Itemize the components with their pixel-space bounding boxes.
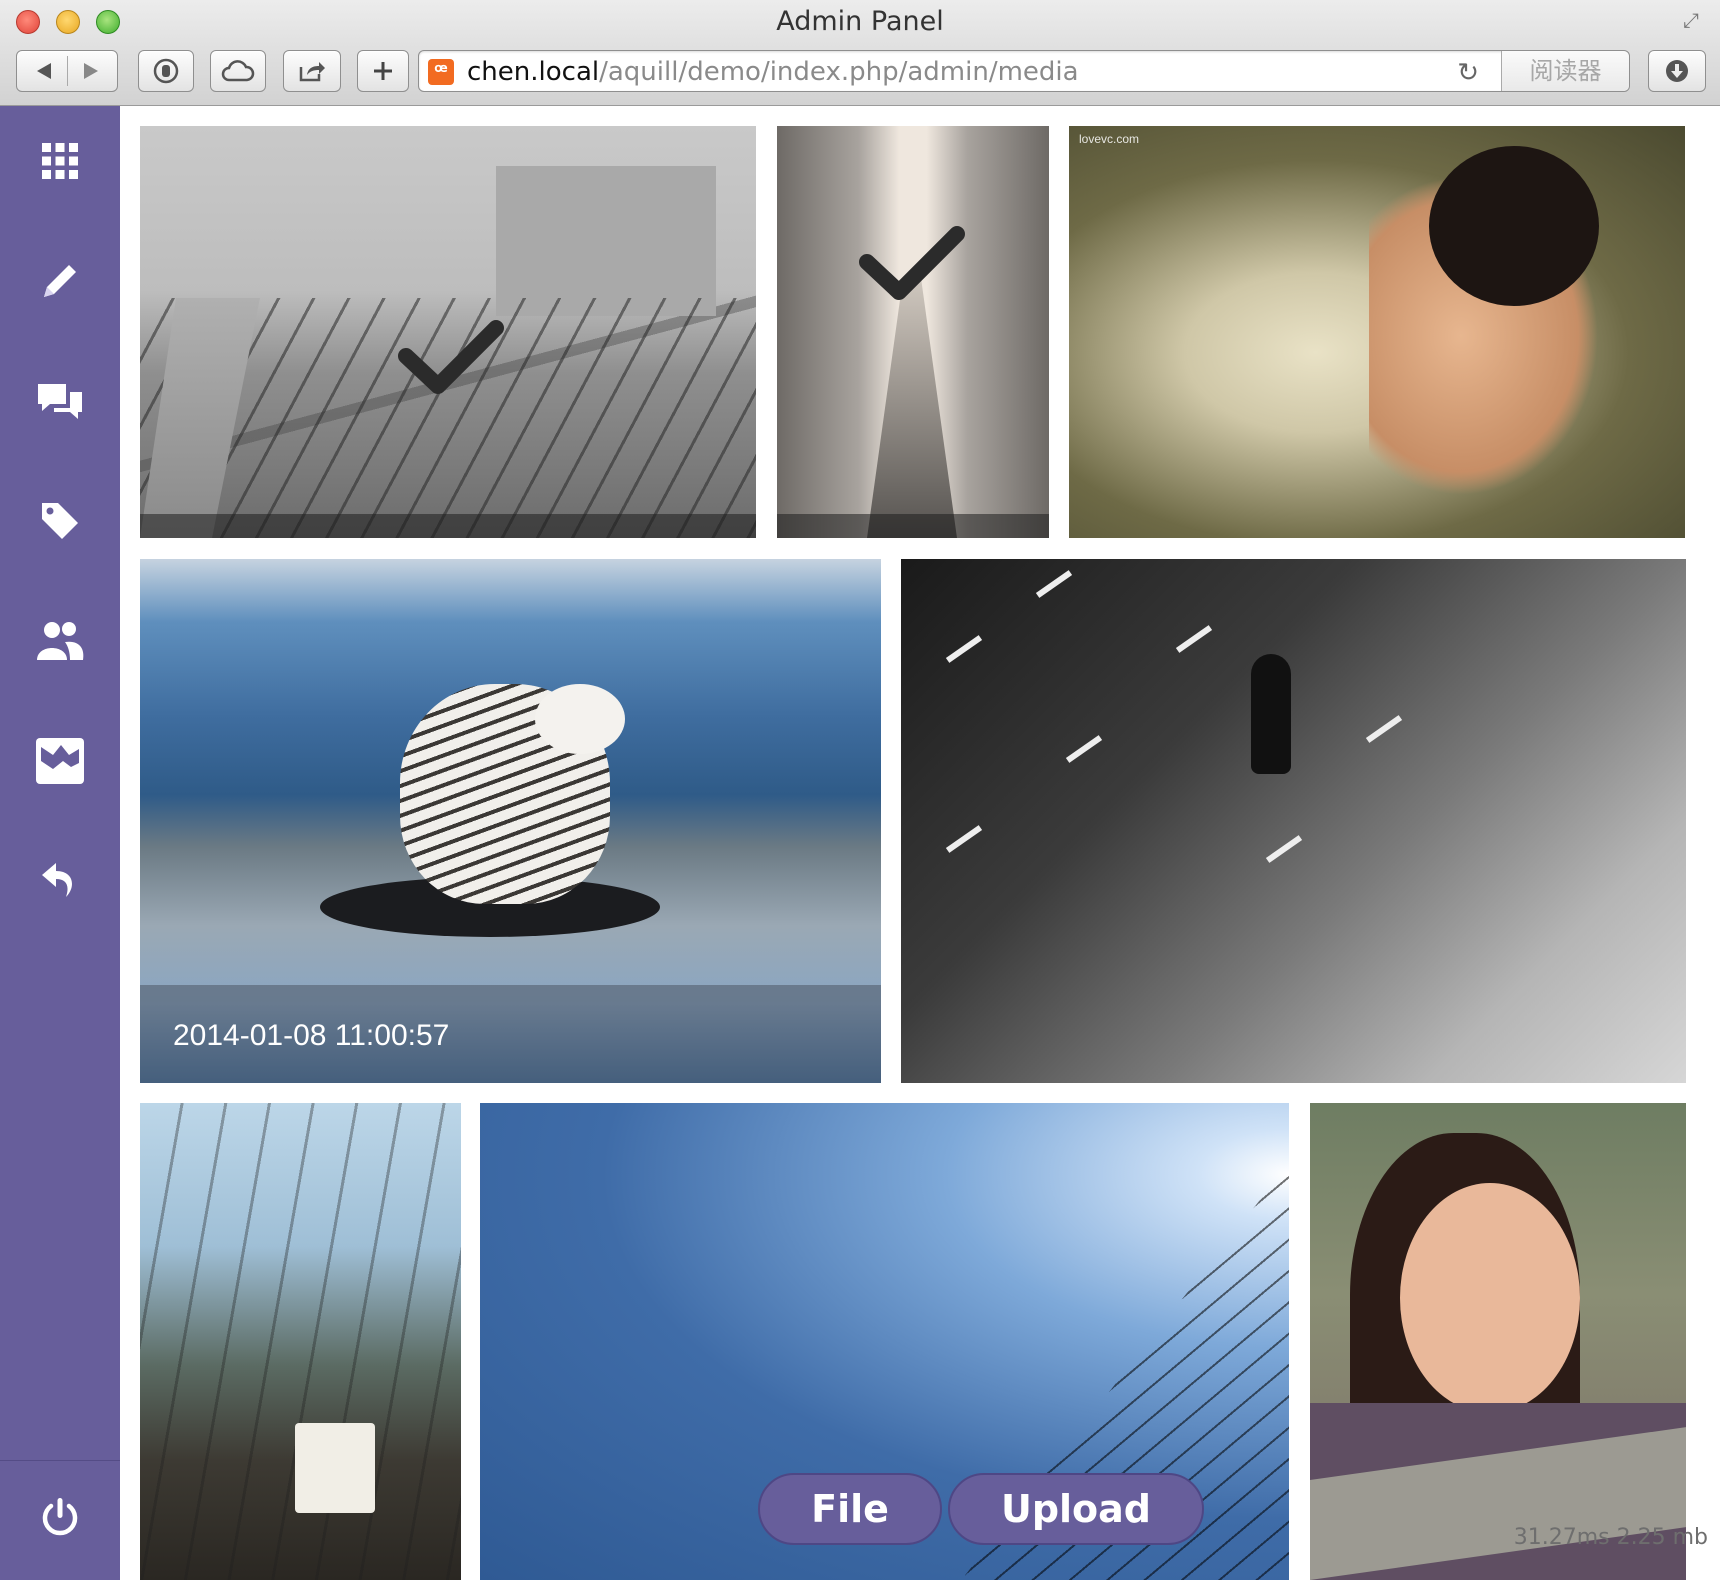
media-tile-road-walker[interactable]: [901, 559, 1686, 1083]
sidebar-divider: [0, 1460, 120, 1461]
tile-info-bar: [140, 514, 756, 538]
url-host: chen.local: [467, 57, 600, 87]
render-time: 31.27ms: [1513, 1525, 1610, 1550]
grid-icon: [41, 142, 79, 180]
selected-check-icon: [859, 226, 965, 300]
tile-info-bar: [777, 514, 1049, 538]
photo-watermark: lovevc.com: [1079, 132, 1140, 146]
memory-usage: 2.25 mb: [1616, 1525, 1708, 1550]
media-tile-snowy-owl[interactable]: 2014-01-08 11:00:57: [140, 559, 881, 1083]
url-path: /aquill/demo/index.php/admin/media: [599, 57, 1079, 87]
sidebar-item-back[interactable]: [30, 851, 90, 911]
media-tile-rail-yard[interactable]: [140, 126, 756, 538]
media-tile-shopping-street[interactable]: [140, 1103, 461, 1580]
users-icon: [35, 620, 85, 662]
comments-icon: [36, 380, 84, 422]
undo-icon: [40, 859, 80, 903]
pencil-icon: [38, 259, 82, 303]
forward-icon[interactable]: [82, 61, 100, 81]
selected-check-icon: [398, 320, 504, 394]
media-tile-girl-sitting[interactable]: lovevc.com: [1069, 126, 1685, 538]
power-icon: [39, 1496, 81, 1540]
hand-icon: [153, 58, 179, 84]
share-icon: [298, 59, 326, 83]
download-icon: [1664, 58, 1690, 84]
tile-caption: 2014-01-08 11:00:57: [140, 985, 881, 1083]
sidebar-item-dashboard[interactable]: [30, 131, 90, 191]
admin-sidebar: [0, 106, 120, 1580]
sidebar-item-users[interactable]: [30, 611, 90, 671]
icloud-tabs-button[interactable]: [210, 50, 266, 92]
media-tile-city-street[interactable]: [777, 126, 1049, 538]
choose-file-button[interactable]: File: [758, 1473, 942, 1545]
cloud-icon: [221, 59, 255, 83]
reload-icon[interactable]: ↻: [1457, 57, 1479, 87]
sidebar-item-posts[interactable]: [30, 251, 90, 311]
window-title: Admin Panel: [776, 6, 944, 37]
back-icon[interactable]: [35, 61, 53, 81]
upload-date: 2014-01-08 11:00:57: [173, 1019, 450, 1052]
url-text[interactable]: chen.local/aquill/demo/index.php/admin/m…: [467, 56, 1079, 88]
new-tab-button[interactable]: [357, 50, 409, 92]
downloads-button[interactable]: [1648, 50, 1706, 92]
site-favicon-icon: ꟹ: [428, 59, 454, 85]
sidebar-item-comments[interactable]: [30, 371, 90, 431]
fullscreen-icon[interactable]: ⤢: [1680, 10, 1702, 32]
logout-button[interactable]: [30, 1488, 90, 1548]
share-button[interactable]: [283, 50, 341, 92]
plus-icon: [372, 60, 394, 82]
sidebar-item-tags[interactable]: [30, 491, 90, 551]
sidebar-item-media[interactable]: [30, 731, 90, 791]
browser-chrome: Admin Panel ⤢ ꟹ chen.local/aquill/demo/i…: [0, 0, 1720, 106]
media-tile-smiling-girl[interactable]: [1310, 1103, 1686, 1580]
stop-button[interactable]: [138, 50, 194, 92]
media-icon: [35, 737, 85, 785]
reader-button[interactable]: 阅读器: [1501, 51, 1629, 91]
back-forward-buttons: [16, 50, 118, 92]
debug-profiler: 31.27ms 2.25 mb: [1514, 1525, 1708, 1550]
upload-button[interactable]: Upload: [948, 1473, 1204, 1545]
address-bar[interactable]: ꟹ chen.local/aquill/demo/index.php/admin…: [418, 50, 1630, 92]
tag-icon: [38, 499, 82, 543]
